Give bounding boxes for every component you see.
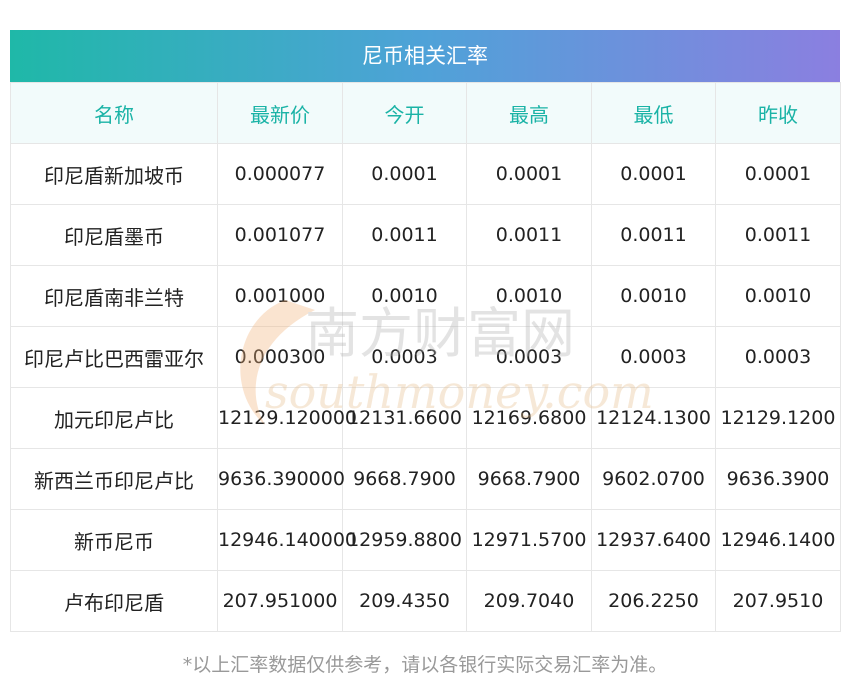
low-cell: 12124.1300	[591, 387, 716, 449]
prev-close-cell: 0.0011	[715, 204, 841, 266]
open-cell: 12959.8800	[342, 509, 467, 571]
high-cell: 0.0003	[466, 326, 592, 388]
table-row: 印尼盾墨币 0.001077 0.0011 0.0011 0.0011 0.0011	[10, 204, 841, 266]
table-body: 印尼盾新加坡币 0.000077 0.0001 0.0001 0.0001 0.0001 印…	[10, 143, 841, 632]
header-row: 名称 最新价 今开 最高 最低 昨收	[10, 82, 841, 144]
prev-close-cell: 12946.1400	[715, 509, 841, 571]
prev-close-cell: 207.9510	[715, 570, 841, 632]
high-cell: 12971.5700	[466, 509, 592, 571]
table-row: 印尼盾新加坡币 0.000077 0.0001 0.0001 0.0001 0.0001	[10, 143, 841, 205]
high-cell: 209.7040	[466, 570, 592, 632]
col-header-prev-close: 昨收	[715, 82, 841, 144]
latest-cell: 9636.390000	[217, 448, 345, 510]
col-header-open: 今开	[342, 82, 467, 144]
rates-table: 名称 最新价 今开 最高 最低 昨收 印尼盾新加坡币 0.000077 0.0001…	[10, 82, 841, 632]
table-row: 卢布印尼盾 207.951000 209.4350 209.7040 206.2250 2…	[10, 570, 841, 632]
col-header-high: 最高	[466, 82, 592, 144]
prev-close-cell: 9636.3900	[715, 448, 841, 510]
low-cell: 12937.6400	[591, 509, 716, 571]
high-cell: 12169.6800	[466, 387, 592, 449]
open-cell: 209.4350	[342, 570, 467, 632]
open-cell: 12131.6600	[342, 387, 467, 449]
col-header-name: 名称	[10, 82, 218, 144]
open-cell: 0.0010	[342, 265, 467, 327]
prev-close-cell: 0.0001	[715, 143, 841, 205]
table-row: 印尼卢比巴西雷亚尔 0.000300 0.0003 0.0003 0.0003 0.000…	[10, 326, 841, 388]
high-cell: 0.0001	[466, 143, 592, 205]
open-cell: 0.0011	[342, 204, 467, 266]
table-row: 加元印尼卢比 12129.120000 12131.6600 12169.6800 12…	[10, 387, 841, 449]
latest-cell: 12129.120000	[217, 387, 357, 449]
footnote: *以上汇率数据仅供参考，请以各银行实际交易汇率为准。	[182, 654, 668, 676]
prev-close-cell: 12129.1200	[715, 387, 841, 449]
latest-cell: 0.001077	[217, 204, 343, 266]
low-cell: 0.0003	[591, 326, 716, 388]
name-cell: 新西兰币印尼卢比	[10, 448, 218, 510]
name-cell: 印尼卢比巴西雷亚尔	[10, 326, 218, 388]
latest-cell: 0.001000	[217, 265, 343, 327]
low-cell: 9602.0700	[591, 448, 716, 510]
open-cell: 0.0003	[342, 326, 467, 388]
name-cell: 印尼盾墨币	[10, 204, 218, 266]
col-header-latest: 最新价	[217, 82, 343, 144]
open-cell: 0.0001	[342, 143, 467, 205]
latest-cell: 0.000300	[217, 326, 343, 388]
low-cell: 0.0011	[591, 204, 716, 266]
name-cell: 卢布印尼盾	[10, 570, 218, 632]
low-cell: 0.0010	[591, 265, 716, 327]
prev-close-cell: 0.0003	[715, 326, 841, 388]
table-row: 新西兰币印尼卢比 9636.390000 9668.7900 9668.7900 960…	[10, 448, 841, 510]
high-cell: 0.0011	[466, 204, 592, 266]
name-cell: 印尼盾新加坡币	[10, 143, 218, 205]
col-header-low: 最低	[591, 82, 716, 144]
name-cell: 印尼盾南非兰特	[10, 265, 218, 327]
latest-cell: 12946.140000	[217, 509, 357, 571]
high-cell: 9668.7900	[466, 448, 592, 510]
open-cell: 9668.7900	[342, 448, 467, 510]
table-row: 印尼盾南非兰特 0.001000 0.0010 0.0010 0.0010 0.0010	[10, 265, 841, 327]
table-row: 新币尼币 12946.140000 12959.8800 12971.5700 1293…	[10, 509, 841, 571]
rates-panel: 尼币相关汇率 名称 最新价 今开 最高 最低 昨收 印尼盾新加坡币 0.00007…	[10, 30, 841, 632]
low-cell: 0.0001	[591, 143, 716, 205]
prev-close-cell: 0.0010	[715, 265, 841, 327]
latest-cell: 0.000077	[217, 143, 343, 205]
name-cell: 加元印尼卢比	[10, 387, 218, 449]
name-cell: 新币尼币	[10, 509, 218, 571]
high-cell: 0.0010	[466, 265, 592, 327]
table-title: 尼币相关汇率	[10, 30, 840, 82]
latest-cell: 207.951000	[217, 570, 343, 632]
low-cell: 206.2250	[591, 570, 716, 632]
